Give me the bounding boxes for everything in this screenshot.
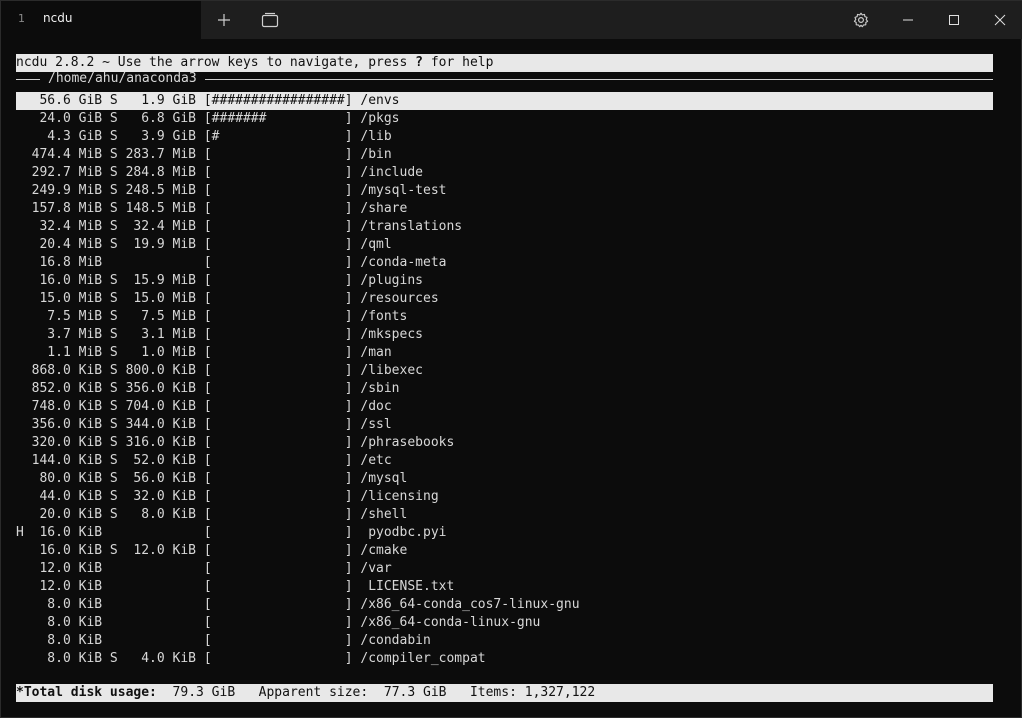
gear-icon bbox=[853, 12, 869, 28]
list-item[interactable]: 144.0 KiB S 52.0 KiB [ ] /etc bbox=[16, 452, 993, 470]
list-item[interactable]: 16.0 MiB S 15.9 MiB [ ] /plugins bbox=[16, 272, 993, 290]
maximize-button[interactable] bbox=[931, 1, 977, 39]
list-item[interactable]: 474.4 MiB S 283.7 MiB [ ] /bin bbox=[16, 146, 993, 164]
minimize-icon bbox=[903, 19, 913, 21]
close-icon bbox=[994, 14, 1006, 26]
tab-ncdu[interactable]: 1 ncdu bbox=[1, 1, 201, 39]
minimize-button[interactable] bbox=[885, 1, 931, 39]
list-item[interactable]: 157.8 MiB S 148.5 MiB [ ] /share bbox=[16, 200, 993, 218]
list-item[interactable]: 20.0 KiB S 8.0 KiB [ ] /shell bbox=[16, 506, 993, 524]
current-path: /home/ahu/anaconda3 bbox=[40, 72, 205, 86]
ncdu-header: ncdu 2.8.2 ~ Use the arrow keys to navig… bbox=[16, 54, 993, 72]
directory-list[interactable]: 56.6 GiB S 1.9 GiB [#################] /… bbox=[16, 92, 993, 668]
list-item[interactable]: 16.0 KiB S 12.0 KiB [ ] /cmake bbox=[16, 542, 993, 560]
list-item[interactable]: 3.7 MiB S 3.1 MiB [ ] /mkspecs bbox=[16, 326, 993, 344]
settings-button[interactable] bbox=[843, 1, 879, 39]
list-item[interactable]: 868.0 KiB S 800.0 KiB [ ] /libexec bbox=[16, 362, 993, 380]
list-item[interactable]: 24.0 GiB S 6.8 GiB [####### ] /pkgs bbox=[16, 110, 993, 128]
current-path-bar: /home/ahu/anaconda3 bbox=[16, 72, 993, 86]
list-item[interactable]: 32.4 MiB S 32.4 MiB [ ] /translations bbox=[16, 218, 993, 236]
list-item[interactable]: 4.3 GiB S 3.9 GiB [# ] /lib bbox=[16, 128, 993, 146]
header-text: ncdu 2.8.2 ~ Use the arrow keys to navig… bbox=[16, 55, 416, 70]
list-item[interactable]: 8.0 KiB [ ] /x86_64-conda-linux-gnu bbox=[16, 614, 993, 632]
title-bar: 1 ncdu bbox=[1, 1, 1022, 39]
list-item[interactable]: 12.0 KiB [ ] LICENSE.txt bbox=[16, 578, 993, 596]
list-item[interactable]: 15.0 MiB S 15.0 MiB [ ] /resources bbox=[16, 290, 993, 308]
header-help-suffix: for help bbox=[423, 55, 494, 70]
list-item[interactable]: 16.8 MiB [ ] /conda-meta bbox=[16, 254, 993, 272]
tabs-icon bbox=[261, 12, 279, 28]
list-item[interactable]: 44.0 KiB S 32.0 KiB [ ] /licensing bbox=[16, 488, 993, 506]
list-item[interactable]: 12.0 KiB [ ] /var bbox=[16, 560, 993, 578]
list-item[interactable]: 8.0 KiB S 4.0 KiB [ ] /compiler_compat bbox=[16, 650, 993, 668]
list-item[interactable]: 852.0 KiB S 356.0 KiB [ ] /sbin bbox=[16, 380, 993, 398]
plus-icon bbox=[218, 14, 230, 26]
list-item[interactable]: 20.4 MiB S 19.9 MiB [ ] /qml bbox=[16, 236, 993, 254]
list-item[interactable]: 80.0 KiB S 56.0 KiB [ ] /mysql bbox=[16, 470, 993, 488]
list-item[interactable]: 292.7 MiB S 284.8 MiB [ ] /include bbox=[16, 164, 993, 182]
list-item[interactable]: 8.0 KiB [ ] /x86_64-conda_cos7-linux-gnu bbox=[16, 596, 993, 614]
total-label: *Total disk usage: bbox=[16, 685, 157, 700]
footer-stats: 79.3 GiB Apparent size: 77.3 GiB Items: … bbox=[156, 685, 596, 700]
close-button[interactable] bbox=[977, 1, 1022, 39]
dropdown-tabs-button[interactable] bbox=[253, 1, 287, 39]
list-item[interactable]: 7.5 MiB S 7.5 MiB [ ] /fonts bbox=[16, 308, 993, 326]
help-key: ? bbox=[415, 55, 423, 70]
list-item[interactable]: 8.0 KiB [ ] /condabin bbox=[16, 632, 993, 650]
terminal-content[interactable]: ncdu 2.8.2 ~ Use the arrow keys to navig… bbox=[16, 54, 993, 668]
tab-index: 1 bbox=[18, 12, 25, 25]
tab-title: ncdu bbox=[43, 11, 73, 25]
maximize-icon bbox=[949, 15, 959, 25]
list-item[interactable]: 249.9 MiB S 248.5 MiB [ ] /mysql-test bbox=[16, 182, 993, 200]
list-item[interactable]: 748.0 KiB S 704.0 KiB [ ] /doc bbox=[16, 398, 993, 416]
list-item[interactable]: H 16.0 KiB [ ] pyodbc.pyi bbox=[16, 524, 993, 542]
terminal-window: 1 ncdu ncdu 2.8.2 ~ Use the arrow keys t… bbox=[0, 0, 1022, 718]
list-item-selected[interactable]: 56.6 GiB S 1.9 GiB [#################] /… bbox=[16, 92, 993, 110]
new-tab-button[interactable] bbox=[207, 1, 241, 39]
list-item[interactable]: 320.0 KiB S 316.0 KiB [ ] /phrasebooks bbox=[16, 434, 993, 452]
status-footer: *Total disk usage: 79.3 GiB Apparent siz… bbox=[16, 684, 993, 702]
list-item[interactable]: 1.1 MiB S 1.0 MiB [ ] /man bbox=[16, 344, 993, 362]
list-item[interactable]: 356.0 KiB S 344.0 KiB [ ] /ssl bbox=[16, 416, 993, 434]
